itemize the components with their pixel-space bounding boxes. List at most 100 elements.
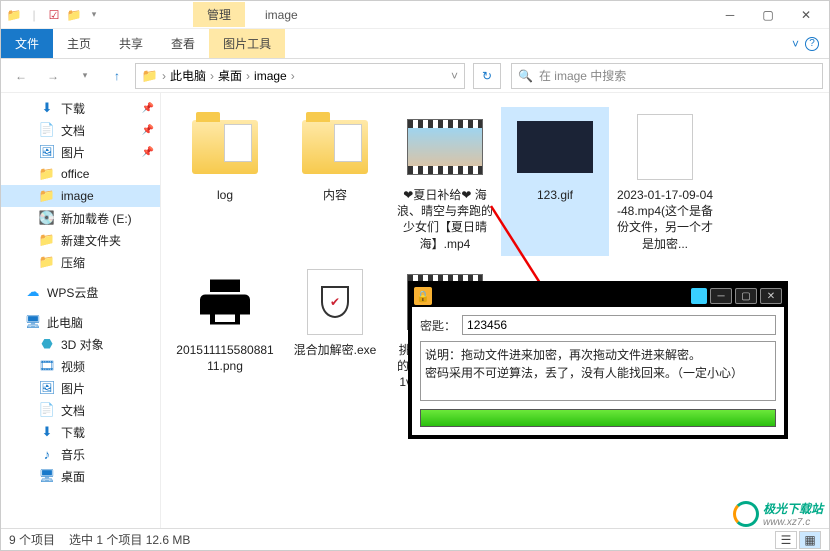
progress-bar [420,409,776,427]
close-button[interactable]: ✕ [760,288,782,304]
encrypt-titlebar: 🔒 ─ ▢ ✕ [412,285,784,307]
nav-up[interactable]: ↑ [103,63,131,89]
minimize-button[interactable]: ─ [710,288,732,304]
tab-view[interactable]: 查看 [157,29,209,58]
sidebar-item-label: image [61,189,94,203]
pin-icon: 📌 [142,103,154,114]
pc-icon: 🖥 [25,314,41,330]
sidebar-item-downloads[interactable]: ⬇下载📌 [1,97,160,119]
sidebar-item-music[interactable]: ♪音乐 [1,443,160,465]
sidebar-item-label: 新加载卷 (E:) [61,210,132,227]
window-title: image [265,8,298,22]
sidebar-item-label: 文档 [61,402,85,419]
view-icons-button[interactable]: ▦ [799,531,821,549]
view-details-button[interactable]: ☰ [775,531,797,549]
maximize-button[interactable]: ▢ [735,288,757,304]
window-controls: ─ ▢ ✕ [711,2,825,28]
file-label: 20151111558088111.png [175,342,275,374]
chevron-right-icon[interactable]: › [210,69,214,83]
file-item-folder-log[interactable]: log [171,107,279,256]
folder-icon: 📁 [5,6,23,24]
breadcrumb[interactable]: 📁 › 此电脑 › 桌面 › image › ˅ [135,63,465,89]
tab-home[interactable]: 主页 [53,29,105,58]
picture-icon: 🖼 [39,380,55,396]
cube-icon: ⬣ [39,336,55,352]
shield-icon: ✔ [321,286,349,318]
breadcrumb-desktop[interactable]: 桌面 [218,67,242,84]
chevron-right-icon[interactable]: › [291,69,295,83]
sidebar-item-label: 下载 [61,100,85,117]
sidebar-item-label: 图片 [61,380,85,397]
folder-icon: 📁 [39,166,55,182]
titlebar: 📁 | ☑ 📁 ▾ 管理 image ─ ▢ ✕ [1,1,829,29]
statusbar: 9 个项目 选中 1 个项目 12.6 MB ☰ ▦ [1,528,829,550]
sidebar-item-downloads2[interactable]: ⬇下载 [1,421,160,443]
sidebar-item-thispc[interactable]: 🖥此电脑 [1,311,160,333]
breadcrumb-dropdown[interactable]: ˅ [451,69,458,83]
sidebar-item-label: 桌面 [61,468,85,485]
breadcrumb-folder[interactable]: image [254,69,287,83]
folder-icon [192,120,258,174]
folder-icon: 📁 [39,254,55,270]
sidebar-item-label: office [61,167,89,181]
sidebar-item-documents[interactable]: 📄文档📌 [1,119,160,141]
encrypt-body: 密匙： 说明：拖动文件进来加密，再次拖动文件进来解密。 密码采用不可逆算法，丢了… [412,307,784,435]
nav-forward[interactable]: → [39,63,67,89]
chevron-right-icon[interactable]: › [162,69,166,83]
sidebar-item-office[interactable]: 📁 office [1,163,160,185]
picture-icon: 🖼 [39,144,55,160]
video-icon: 🎞 [39,358,55,374]
maximize-button[interactable]: ▢ [749,2,787,28]
sidebar-item-compress[interactable]: 📁 压缩 [1,251,160,273]
cube-icon[interactable] [691,288,707,304]
file-item-exe[interactable]: ✔ 混合加解密.exe [281,262,389,411]
sidebar-item-image[interactable]: 📁image [1,185,160,207]
password-input[interactable] [462,315,776,335]
sidebar-item-newvolume[interactable]: 💽新加载卷 (E:) [1,207,160,229]
minimize-button[interactable]: ─ [711,2,749,28]
file-label: 123.gif [537,187,573,203]
file-item-video1[interactable]: ❤夏日补给❤ 海浪、晴空与奔跑的少女们【夏日晴海】.mp4 [391,107,499,256]
sidebar-item-label: 下载 [61,424,85,441]
sidebar-item-pictures2[interactable]: 🖼 图片 [1,377,160,399]
close-button[interactable]: ✕ [787,2,825,28]
document-icon: 📄 [39,402,55,418]
navbar: ← → ▾ ↑ 📁 › 此电脑 › 桌面 › image › ˅ ↻ 🔍 在 i… [1,59,829,93]
sidebar-item-videos[interactable]: 🎞 视频 [1,355,160,377]
sidebar-item-label: 3D 对象 [61,336,104,353]
sidebar-item-desktop2[interactable]: 🖥桌面 [1,465,160,487]
printer-icon [191,272,259,332]
file-item-backup[interactable]: 2023-01-17-09-04-48.mp4(这个是备份文件，另一个才是加密.… [611,107,719,256]
sidebar-item-wps[interactable]: ☁WPS云盘 [1,281,160,303]
description-box: 说明：拖动文件进来加密，再次拖动文件进来解密。 密码采用不可逆算法，丢了，没有人… [420,341,776,401]
file-item-folder-content[interactable]: 内容 [281,107,389,256]
encrypt-window[interactable]: 🔒 ─ ▢ ✕ 密匙： 说明：拖动文件进来加密，再次拖动文件进来解密。 密码采用… [408,281,788,439]
file-item-png[interactable]: 20151111558088111.png [171,262,279,411]
checkbox-icon[interactable]: ☑ [45,6,63,24]
sidebar-item-pictures[interactable]: 🖼图片📌 [1,141,160,163]
sidebar-item-newfolder[interactable]: 📁新建文件夹 [1,229,160,251]
qat-dropdown[interactable]: ▾ [85,6,103,24]
file-item-gif[interactable]: 123.gif [501,107,609,256]
help-icon[interactable]: ? [805,37,819,51]
search-input[interactable]: 🔍 在 image 中搜索 [511,63,823,89]
sidebar-item-label: 压缩 [61,254,85,271]
tab-file[interactable]: 文件 [1,29,53,58]
folder-icon [302,120,368,174]
sidebar-item-documents2[interactable]: 📄 文档 [1,399,160,421]
tab-share[interactable]: 共享 [105,29,157,58]
ribbon-help[interactable]: ˅ ? [782,29,829,58]
tab-picture-tools[interactable]: 图片工具 [209,29,285,58]
nav-recent[interactable]: ▾ [71,63,99,89]
file-icon [637,114,693,180]
contextual-tab-manage[interactable]: 管理 [193,2,245,27]
nav-back[interactable]: ← [7,63,35,89]
file-label: 混合加解密.exe [294,342,377,358]
breadcrumb-pc[interactable]: 此电脑 [170,67,206,84]
file-label: 2023-01-17-09-04-48.mp4(这个是备份文件，另一个才是加密.… [615,187,715,252]
sidebar-item-3dobjects[interactable]: ⬣ 3D 对象 [1,333,160,355]
sidebar-item-label: 视频 [61,358,85,375]
watermark-logo-icon [733,501,759,527]
chevron-right-icon[interactable]: › [246,69,250,83]
nav-refresh[interactable]: ↻ [473,63,501,89]
